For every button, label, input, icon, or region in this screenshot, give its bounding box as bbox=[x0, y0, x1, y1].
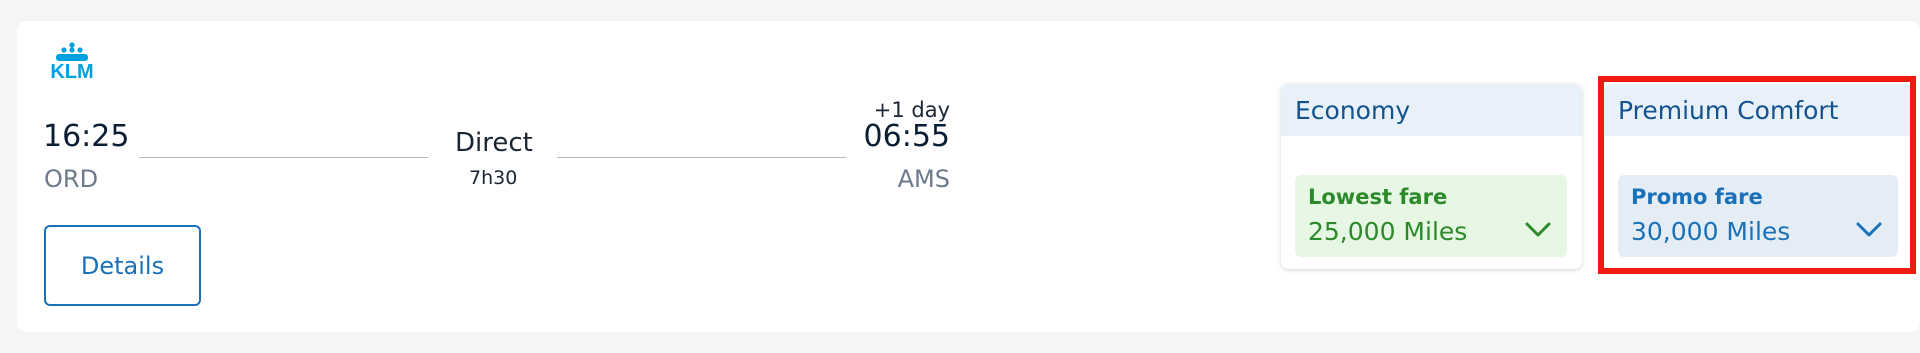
departure-airport: ORD bbox=[44, 165, 99, 193]
svg-text:KLM: KLM bbox=[50, 61, 93, 80]
arrival-time: 06:55 bbox=[863, 119, 950, 154]
fare-cabin-economy: Economy bbox=[1281, 84, 1582, 136]
fare-card-premium-comfort: Premium Comfort Promo fare 30,000 Miles bbox=[1604, 84, 1914, 269]
fare-price: 25,000 Miles bbox=[1308, 217, 1468, 246]
fare-option-premium-comfort[interactable]: Promo fare 30,000 Miles bbox=[1618, 175, 1898, 257]
details-button[interactable]: Details bbox=[44, 225, 201, 306]
arrival-airport: AMS bbox=[897, 165, 950, 193]
chevron-down-icon bbox=[1525, 222, 1551, 237]
fare-option-economy[interactable]: Lowest fare 25,000 Miles bbox=[1295, 175, 1567, 257]
fare-type-label: Lowest fare bbox=[1308, 185, 1448, 209]
fare-card-economy: Economy Lowest fare 25,000 Miles bbox=[1281, 84, 1582, 269]
route-line-right bbox=[557, 157, 846, 158]
stops-label: Direct bbox=[455, 128, 533, 158]
chevron-down-icon bbox=[1856, 222, 1882, 237]
fare-price: 30,000 Miles bbox=[1631, 217, 1791, 246]
klm-logo: KLM bbox=[50, 42, 94, 80]
route-line-left bbox=[139, 157, 428, 158]
departure-time: 16:25 bbox=[43, 119, 130, 154]
fare-type-label: Promo fare bbox=[1631, 185, 1763, 209]
flight-duration: 7h30 bbox=[469, 167, 518, 189]
fare-cabin-premium-comfort: Premium Comfort bbox=[1604, 84, 1914, 136]
